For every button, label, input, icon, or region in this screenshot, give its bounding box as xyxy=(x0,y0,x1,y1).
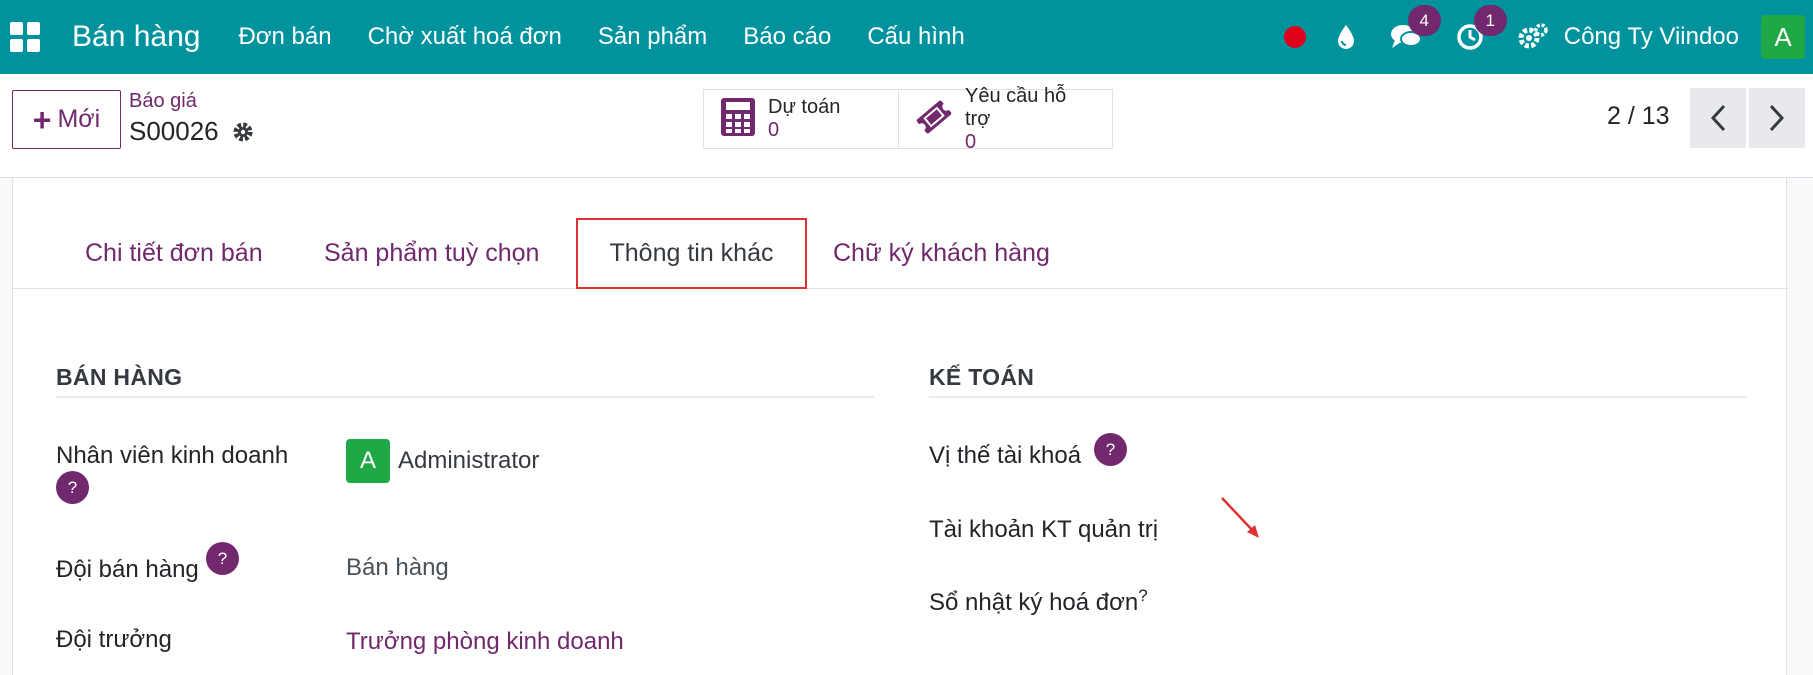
salesperson-help-icon[interactable]: ? xyxy=(56,471,89,504)
accounting-section-title: KẾ TOÁN xyxy=(929,364,1035,390)
apps-menu-icon[interactable] xyxy=(10,22,40,52)
sales-section-title: BÁN HÀNG xyxy=(56,364,183,390)
breadcrumb-current: S00026 xyxy=(129,116,255,147)
menu-item-products[interactable]: Sản phẩm xyxy=(580,23,725,51)
invoice-journal-text: Sổ nhật ký hoá đơn xyxy=(929,589,1139,616)
menu-item-orders[interactable]: Đơn bán xyxy=(220,23,349,51)
tickets-label: Yêu cầu hỗ trợ xyxy=(965,84,1067,130)
avatar: A xyxy=(346,439,390,483)
form-sheet: Chi tiết đơn bán Sản phẩm tuỳ chọn Thông… xyxy=(12,178,1788,675)
activities-badge: 1 xyxy=(1473,5,1507,36)
top-navbar: Bán hàng Đơn bán Chờ xuất hoá đơn Sản ph… xyxy=(0,0,1813,74)
new-button-label: Mới xyxy=(57,105,101,133)
main-menu: Đơn bán Chờ xuất hoá đơn Sản phẩm Báo cá… xyxy=(220,23,982,51)
invoice-journal-label: Sổ nhật ký hoá đơn? xyxy=(929,586,1148,617)
control-panel: + Mới Báo giá S00026 Dự toán 0 Yêu cầu h… xyxy=(0,74,1813,178)
red-arrow-annotation xyxy=(1221,497,1259,538)
sales-team-help-icon[interactable]: ? xyxy=(206,542,239,575)
sales-section-divider xyxy=(56,396,874,398)
team-leader-value[interactable]: Trưởng phòng kinh doanh xyxy=(346,628,624,656)
team-leader-label: Đội trưởng xyxy=(56,626,172,653)
menu-item-reporting[interactable]: Báo cáo xyxy=(725,23,849,51)
plus-icon: + xyxy=(32,101,52,138)
fiscal-position-label: Vị thế tài khoá xyxy=(929,442,1082,469)
new-button[interactable]: + Mới xyxy=(12,90,121,149)
smart-button-tickets[interactable]: Yêu cầu hỗ trợ 0 xyxy=(899,85,1113,153)
record-name: S00026 xyxy=(129,116,219,146)
pager-next-button[interactable] xyxy=(1749,88,1805,148)
settings-cogs-icon[interactable] xyxy=(1518,23,1548,51)
smart-buttons: Dự toán 0 Yêu cầu hỗ trợ 0 xyxy=(703,85,1113,153)
tab-other-info[interactable]: Thông tin khác xyxy=(576,218,807,289)
salesperson-field[interactable]: A Administrator xyxy=(346,439,539,483)
pager-value[interactable]: 2 / 13 xyxy=(1607,102,1670,131)
tab-customer-signature[interactable]: Chữ ký khách hàng xyxy=(833,218,1050,289)
tab-order-lines[interactable]: Chi tiết đơn bán xyxy=(85,218,263,289)
menu-item-to-invoice[interactable]: Chờ xuất hoá đơn xyxy=(350,23,580,51)
messages-icon[interactable]: 4 xyxy=(1390,5,1441,51)
pager-previous-button[interactable] xyxy=(1690,88,1746,148)
gear-icon[interactable] xyxy=(231,120,255,144)
company-switcher[interactable]: Công Ty Viindoo xyxy=(1564,23,1739,51)
sales-team-label: Đội bán hàng xyxy=(56,556,199,583)
analytic-account-label: Tài khoản KT quản trị xyxy=(929,516,1159,543)
activity-clock-icon[interactable]: 1 xyxy=(1456,5,1507,51)
menu-item-configuration[interactable]: Cấu hình xyxy=(849,23,982,51)
record-indicator[interactable] xyxy=(1283,26,1306,48)
calculator-icon xyxy=(720,97,756,142)
app-title[interactable]: Bán hàng xyxy=(72,20,200,54)
smart-button-estimates[interactable]: Dự toán 0 xyxy=(703,89,899,149)
notebook-tabs: Chi tiết đơn bán Sản phẩm tuỳ chọn Thông… xyxy=(13,218,1788,289)
accounting-section-divider xyxy=(929,396,1747,398)
ticket-icon xyxy=(915,98,953,141)
chevron-right-icon xyxy=(1769,104,1785,132)
tickets-count: 0 xyxy=(965,130,977,153)
breadcrumb-parent[interactable]: Báo giá xyxy=(129,90,197,113)
messages-badge: 4 xyxy=(1407,5,1441,36)
invoice-journal-help-icon[interactable]: ? xyxy=(1138,586,1147,605)
estimates-count: 0 xyxy=(768,119,780,141)
tab-optional-products[interactable]: Sản phẩm tuỳ chọn xyxy=(324,218,539,289)
chevron-left-icon xyxy=(1710,104,1726,132)
user-avatar[interactable]: A xyxy=(1761,15,1805,59)
fiscal-position-help-icon[interactable]: ? xyxy=(1094,433,1127,466)
sales-team-value[interactable]: Bán hàng xyxy=(346,554,449,582)
estimates-label: Dự toán xyxy=(768,96,841,118)
theme-drop-icon[interactable] xyxy=(1336,24,1356,50)
salesperson-label: Nhân viên kinh doanh xyxy=(56,442,289,469)
salesperson-value: Administrator xyxy=(398,447,540,474)
